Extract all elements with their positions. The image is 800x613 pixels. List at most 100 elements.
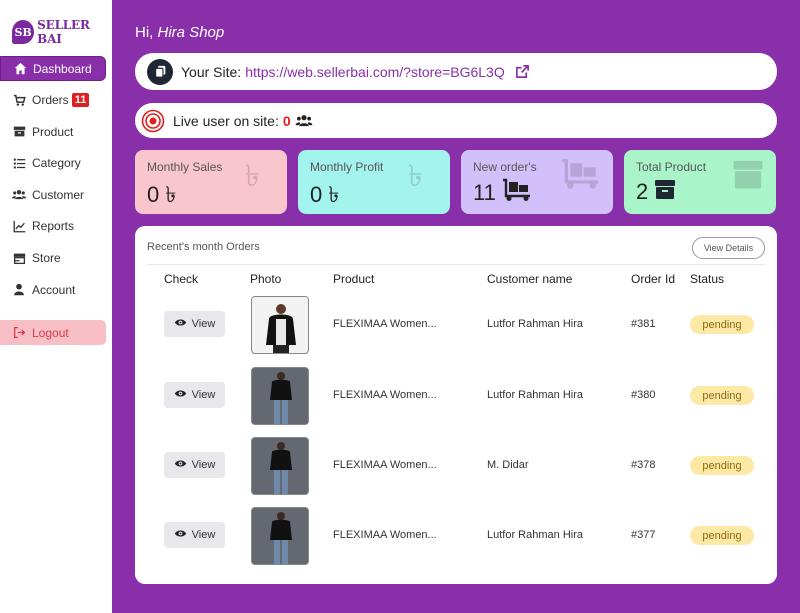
status-badge: pending (690, 315, 754, 334)
product-name: FLEXIMAA Women... (333, 318, 437, 330)
sidebar-item-product[interactable]: Product (0, 119, 112, 144)
greeting: Hi, Hira Shop (135, 24, 224, 41)
view-order-button[interactable]: View (164, 382, 225, 408)
cart-icon (12, 93, 26, 107)
eye-icon (174, 459, 187, 471)
customer-name: M. Didar (487, 459, 529, 471)
users-icon (12, 188, 26, 202)
view-order-button[interactable]: View (164, 522, 225, 548)
logout-button[interactable]: Logout (0, 320, 106, 345)
stat-value-text: 0 ৳ (147, 182, 177, 207)
order-id: #381 (631, 318, 656, 330)
sidebar-item-label: Dashboard (33, 61, 92, 76)
stat-value-text: 2 (636, 179, 649, 204)
sidebar-item-label: Reports (32, 219, 75, 234)
stat-card-monthly-profit[interactable]: Monthly Profit 0 ৳ ৳ (298, 150, 450, 214)
recent-orders-panel: Recent's month Orders View Details Check… (135, 226, 777, 584)
stat-card-total-product[interactable]: Total Product 2 (624, 150, 776, 214)
greeting-text: Hi, (135, 24, 154, 41)
sidebar-item-customer[interactable]: Customer (0, 182, 112, 207)
eye-icon (174, 529, 187, 541)
table-row[interactable]: View FLEXIMAA Women... Lutfor Rahman Hir… (135, 507, 777, 567)
customer-name: Lutfor Rahman Hira (487, 529, 583, 541)
order-id: #378 (631, 459, 656, 471)
column-header-check: Check (164, 272, 199, 286)
eye-icon (174, 318, 187, 330)
site-url-link[interactable]: https://web.sellerbai.com/?store=BG6L3Q (245, 64, 505, 80)
sidebar-item-dashboard[interactable]: Dashboard (0, 56, 106, 81)
sidebar-item-store[interactable]: Store (0, 246, 112, 271)
svg-text:৳: ৳ (408, 159, 423, 192)
status-badge: pending (690, 526, 754, 545)
product-photo[interactable] (251, 296, 309, 354)
dolly-icon (561, 158, 601, 195)
table-row[interactable]: View FLEXIMAA Women... M. Didar #378 pen… (135, 437, 777, 497)
taka-icon: ৳ (241, 158, 275, 197)
sidebar-item-label: Product (32, 124, 74, 139)
orders-count-badge: 11 (71, 93, 90, 108)
sidebar-item-category[interactable]: Category (0, 151, 112, 176)
status-badge: pending (690, 456, 754, 475)
sidebar-item-label: Customer (32, 187, 85, 202)
table-row[interactable]: View FLEXIMAA Women... Lutfor Rahman Hir… (135, 367, 777, 427)
stat-card-new-orders[interactable]: New order's 11 (461, 150, 613, 214)
site-label: Your Site: (181, 63, 242, 80)
product-name: FLEXIMAA Women... (333, 529, 437, 541)
sidebar-nav: Dashboard Orders 11 Product Category Cus… (0, 56, 112, 345)
sidebar-item-label: Store (32, 251, 61, 266)
taka-icon: ৳ (404, 158, 438, 197)
view-details-button[interactable]: View Details (692, 237, 765, 259)
user-icon (12, 283, 26, 297)
chart-icon (12, 219, 26, 233)
copy-icon[interactable] (147, 58, 173, 85)
panel-title: Recent's month Orders (147, 241, 260, 253)
brand-mark: SB (12, 20, 35, 44)
list-icon (12, 156, 26, 170)
sidebar-item-label: Account (32, 282, 76, 297)
view-order-button[interactable]: View (164, 311, 225, 337)
eye-icon (174, 389, 187, 401)
order-id: #377 (631, 529, 656, 541)
product-photo[interactable] (251, 507, 309, 565)
logout-label: Logout (32, 325, 69, 340)
sidebar: SB SELLER BAI Dashboard Orders 11 Produc… (0, 0, 112, 613)
product-name: FLEXIMAA Women... (333, 389, 437, 401)
divider (147, 264, 765, 265)
column-header-order-id: Order Id (631, 272, 676, 286)
column-header-photo: Photo (250, 272, 282, 286)
brand-name: SELLER BAI (37, 18, 90, 46)
live-user-label: Live user on site: (173, 112, 279, 129)
product-photo[interactable] (251, 437, 309, 495)
stat-value-text: 11 (473, 180, 496, 205)
view-label: View (191, 529, 216, 541)
dolly-icon (502, 178, 532, 208)
product-photo[interactable] (251, 367, 309, 425)
stat-value-text: 0 ৳ (310, 182, 340, 207)
customer-name: Lutfor Rahman Hira (487, 318, 583, 330)
column-header-product: Product (333, 272, 375, 286)
view-label: View (191, 318, 216, 330)
stat-card-monthly-sales[interactable]: Monthly Sales 0 ৳ ৳ (135, 150, 287, 214)
view-order-button[interactable]: View (164, 452, 225, 478)
table-row[interactable]: View FLEXIMAA Women... Lutfor Rahman Hir… (135, 296, 777, 356)
sidebar-item-label: Category (32, 156, 81, 171)
box-icon (12, 125, 26, 139)
box-icon (732, 158, 764, 195)
sidebar-item-reports[interactable]: Reports (0, 214, 112, 239)
sidebar-item-orders[interactable]: Orders 11 (0, 88, 112, 113)
live-target-icon (141, 109, 165, 133)
column-header-status: Status (690, 272, 725, 286)
shop-name: Hira Shop (157, 24, 225, 41)
users-icon (295, 114, 313, 127)
product-name: FLEXIMAA Women... (333, 459, 437, 471)
store-icon (12, 251, 26, 265)
view-label: View (191, 389, 216, 401)
sidebar-item-account[interactable]: Account (0, 277, 112, 302)
brand-logo[interactable]: SB SELLER BAI (12, 18, 112, 46)
external-link-icon[interactable] (515, 64, 530, 79)
customer-name: Lutfor Rahman Hira (487, 389, 583, 401)
site-url-bar: Your Site: https://web.sellerbai.com/?st… (135, 53, 777, 90)
svg-text:৳: ৳ (245, 159, 260, 192)
status-badge: pending (690, 386, 754, 405)
live-user-count: 0 (282, 112, 291, 129)
